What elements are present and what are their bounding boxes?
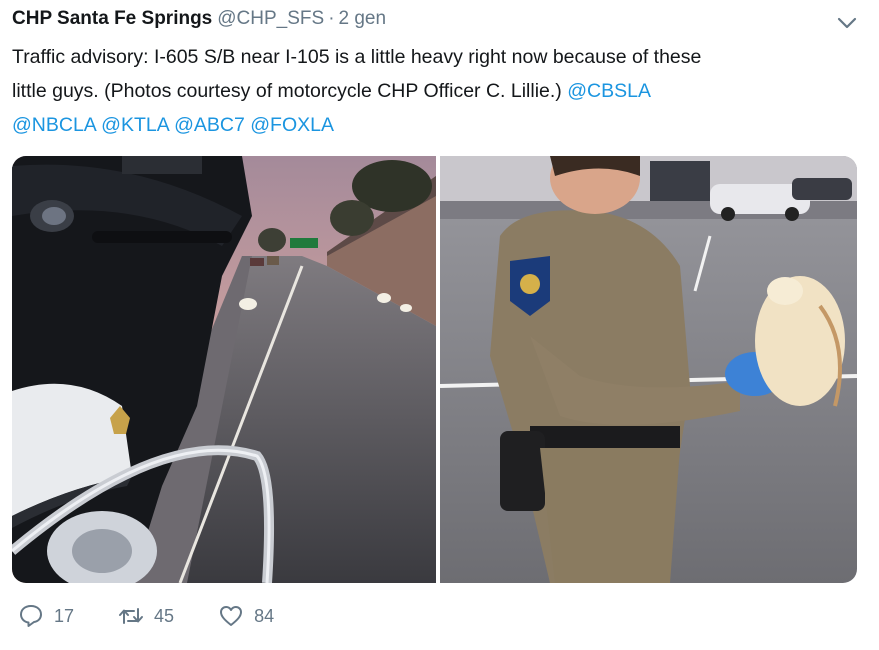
tweet-text-line: Traffic advisory: I-605 S/B near I-105 i… xyxy=(12,46,702,68)
reply-button[interactable]: 17 xyxy=(18,603,74,629)
retweet-count: 45 xyxy=(154,605,175,626)
mention-nbcla[interactable]: @NBCLA xyxy=(12,114,96,136)
heart-icon xyxy=(220,606,243,626)
tweet-text-line: little guys. (Photos courtesy of motorcy… xyxy=(12,74,862,108)
media-grid xyxy=(12,156,857,583)
retweet-button[interactable]: 45 xyxy=(118,603,174,629)
like-button[interactable]: 84 xyxy=(218,603,274,629)
mention-abc7[interactable]: @ABC7 xyxy=(174,114,245,136)
reply-count: 17 xyxy=(54,605,75,626)
reply-icon xyxy=(20,605,42,627)
mention-cbsla[interactable]: @CBSLA xyxy=(567,80,651,102)
retweet-icon xyxy=(119,608,144,624)
tweet-header: CHP Santa Fe Springs @CHP_SFS · 2 gen xyxy=(12,8,386,36)
author-name[interactable]: CHP Santa Fe Springs xyxy=(12,8,212,30)
tweet-timestamp[interactable]: 2 gen xyxy=(339,8,387,30)
separator-dot: · xyxy=(328,8,335,29)
tweet-text-line: @NBCLA @KTLA @ABC7 @FOXLA xyxy=(12,108,862,142)
photo-officer-holding-chicken[interactable] xyxy=(440,156,857,583)
photo-motorcycle-highway[interactable] xyxy=(12,156,436,583)
tweet-text: Traffic advisory: I-605 S/B near I-105 i… xyxy=(12,40,862,142)
tweet-text-segment: little guys. (Photos courtesy of motorcy… xyxy=(12,80,568,102)
chevron-down-icon[interactable] xyxy=(835,12,859,34)
like-count: 84 xyxy=(254,605,275,626)
tweet-actions: 17 45 84 xyxy=(18,603,318,629)
author-handle[interactable]: @CHP_SFS xyxy=(217,8,324,30)
mention-ktla[interactable]: @KTLA xyxy=(101,114,169,136)
mention-foxla[interactable]: @FOXLA xyxy=(250,114,334,136)
